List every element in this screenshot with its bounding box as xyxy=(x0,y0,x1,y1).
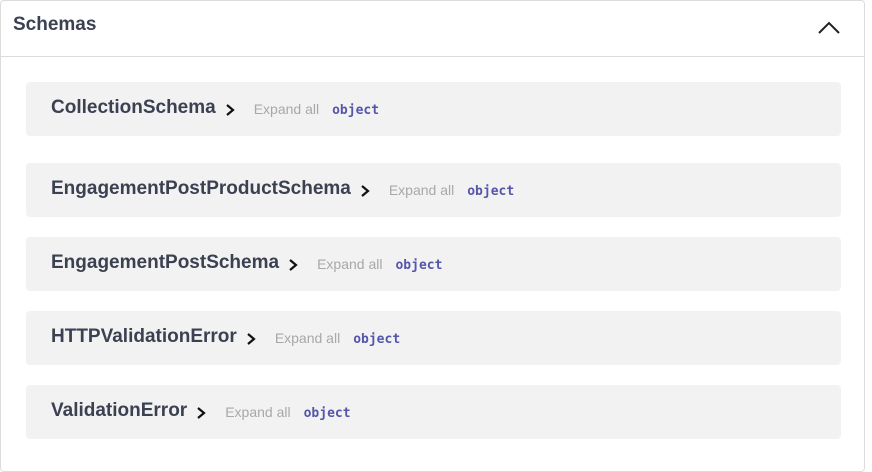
chevron-right-icon[interactable] xyxy=(195,406,207,420)
model-row-http-validation-error[interactable]: HTTPValidationError Expand all object xyxy=(26,311,841,365)
chevron-right-icon[interactable] xyxy=(224,103,236,117)
expand-all-button[interactable]: Expand all xyxy=(317,256,382,272)
schemas-title: Schemas xyxy=(13,14,97,35)
chevron-right-icon[interactable] xyxy=(359,184,371,198)
expand-all-button[interactable]: Expand all xyxy=(254,101,319,117)
model-title[interactable]: EngagementPostSchema xyxy=(51,252,279,274)
model-type: object xyxy=(353,331,401,347)
model-type: object xyxy=(395,257,443,273)
model-row-engagement-post-product-schema[interactable]: EngagementPostProductSchema Expand all o… xyxy=(26,163,841,217)
chevron-right-icon[interactable] xyxy=(287,258,299,272)
model-title[interactable]: CollectionSchema xyxy=(51,97,216,119)
model-title[interactable]: HTTPValidationError xyxy=(51,326,237,348)
model-row-engagement-post-schema[interactable]: EngagementPostSchema Expand all object xyxy=(26,237,841,291)
chevron-right-icon[interactable] xyxy=(245,332,257,346)
model-type: object xyxy=(332,102,380,118)
model-type: object xyxy=(303,405,351,421)
model-type: object xyxy=(467,183,515,199)
expand-all-button[interactable]: Expand all xyxy=(389,182,454,198)
chevron-up-icon[interactable] xyxy=(816,15,842,41)
expand-all-button[interactable]: Expand all xyxy=(225,404,290,420)
schemas-section: Schemas CollectionSchema Expand all obje… xyxy=(0,0,865,472)
model-row-validation-error[interactable]: ValidationError Expand all object xyxy=(26,385,841,439)
schemas-header[interactable]: Schemas xyxy=(1,1,864,57)
model-title[interactable]: ValidationError xyxy=(51,400,187,422)
model-row-collection-schema[interactable]: CollectionSchema Expand all object xyxy=(26,82,841,136)
expand-all-button[interactable]: Expand all xyxy=(275,330,340,346)
model-title[interactable]: EngagementPostProductSchema xyxy=(51,178,351,200)
